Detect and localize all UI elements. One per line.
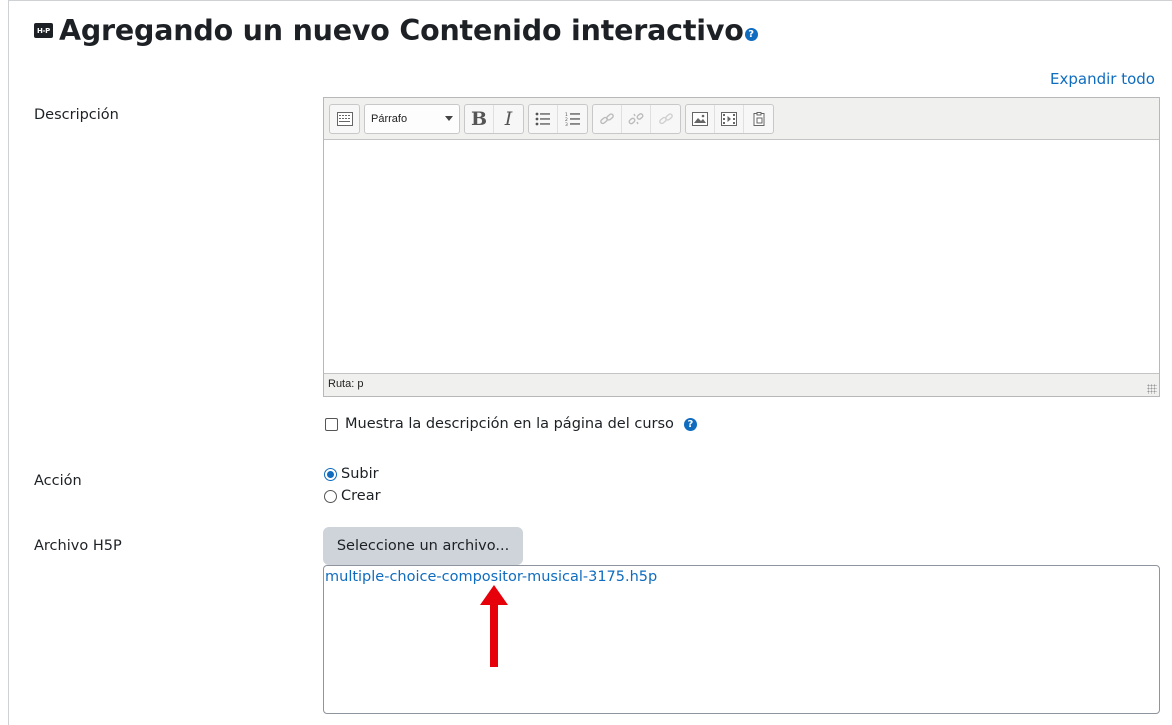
show-description-label: Muestra la descripción en la página del …	[345, 416, 674, 432]
create-radio[interactable]	[324, 489, 337, 503]
bold-button[interactable]: B	[465, 104, 494, 133]
description-editor: Párrafo B I 123 Ruta: p	[323, 97, 1160, 397]
radio-option-create: Crear	[324, 488, 381, 504]
chevron-down-icon	[445, 116, 453, 121]
upload-radio-label: Subir	[341, 466, 379, 482]
page-title-text: Agregando un nuevo Contenido interactivo	[59, 14, 744, 47]
editor-content-area[interactable]	[324, 140, 1159, 373]
svg-text:3: 3	[565, 122, 568, 126]
show-description-option: Muestra la descripción en la página del …	[325, 416, 697, 432]
h5p-file-label: Archivo H5P	[34, 538, 122, 554]
unlink-icon[interactable]	[622, 104, 651, 133]
show-description-checkbox[interactable]	[325, 417, 338, 431]
h5p-icon: H-P	[34, 23, 53, 38]
description-label: Descripción	[34, 107, 119, 123]
numbered-list-icon[interactable]: 123	[558, 105, 587, 133]
choose-file-button[interactable]: Seleccione un archivo...	[323, 527, 523, 565]
help-icon[interactable]: ?	[744, 28, 758, 41]
format-select-value: Párrafo	[371, 112, 408, 125]
editor-statusbar: Ruta: p	[324, 373, 1159, 396]
toolbar-group-links	[592, 103, 681, 134]
image-icon[interactable]	[686, 104, 715, 133]
help-icon[interactable]: ?	[683, 417, 697, 431]
link-icon[interactable]	[593, 104, 622, 133]
toolbar-group-media	[685, 103, 774, 134]
action-label: Acción	[34, 473, 82, 489]
create-radio-label: Crear	[341, 488, 381, 504]
editor-path: Ruta: p	[328, 378, 364, 390]
paste-icon[interactable]	[744, 105, 773, 133]
radio-option-upload: Subir	[324, 466, 379, 482]
toggle-toolbar-icon[interactable]	[330, 105, 359, 133]
paragraph-format-select[interactable]: Párrafo	[364, 103, 460, 134]
page-title: H-P Agregando un nuevo Contenido interac…	[34, 14, 758, 47]
editor-toolbar: Párrafo B I 123	[324, 98, 1159, 140]
annotation-arrow-icon	[480, 585, 508, 667]
toolbar-group-lists: 123	[528, 103, 588, 134]
uploaded-file-link[interactable]: multiple-choice-compositor-musical-3175.…	[325, 569, 657, 585]
upload-radio[interactable]	[324, 467, 337, 481]
media-icon[interactable]	[715, 104, 744, 133]
toolbar-group-style: B I	[464, 103, 524, 134]
resize-grip-icon[interactable]	[1147, 384, 1157, 394]
anchor-icon[interactable]	[651, 105, 680, 133]
italic-button[interactable]: I	[494, 105, 523, 133]
toolbar-group-toggle	[329, 103, 360, 134]
expand-all-link[interactable]: Expandir todo	[1050, 70, 1155, 88]
bullet-list-icon[interactable]	[529, 104, 558, 133]
file-drop-area[interactable]: multiple-choice-compositor-musical-3175.…	[323, 565, 1160, 714]
